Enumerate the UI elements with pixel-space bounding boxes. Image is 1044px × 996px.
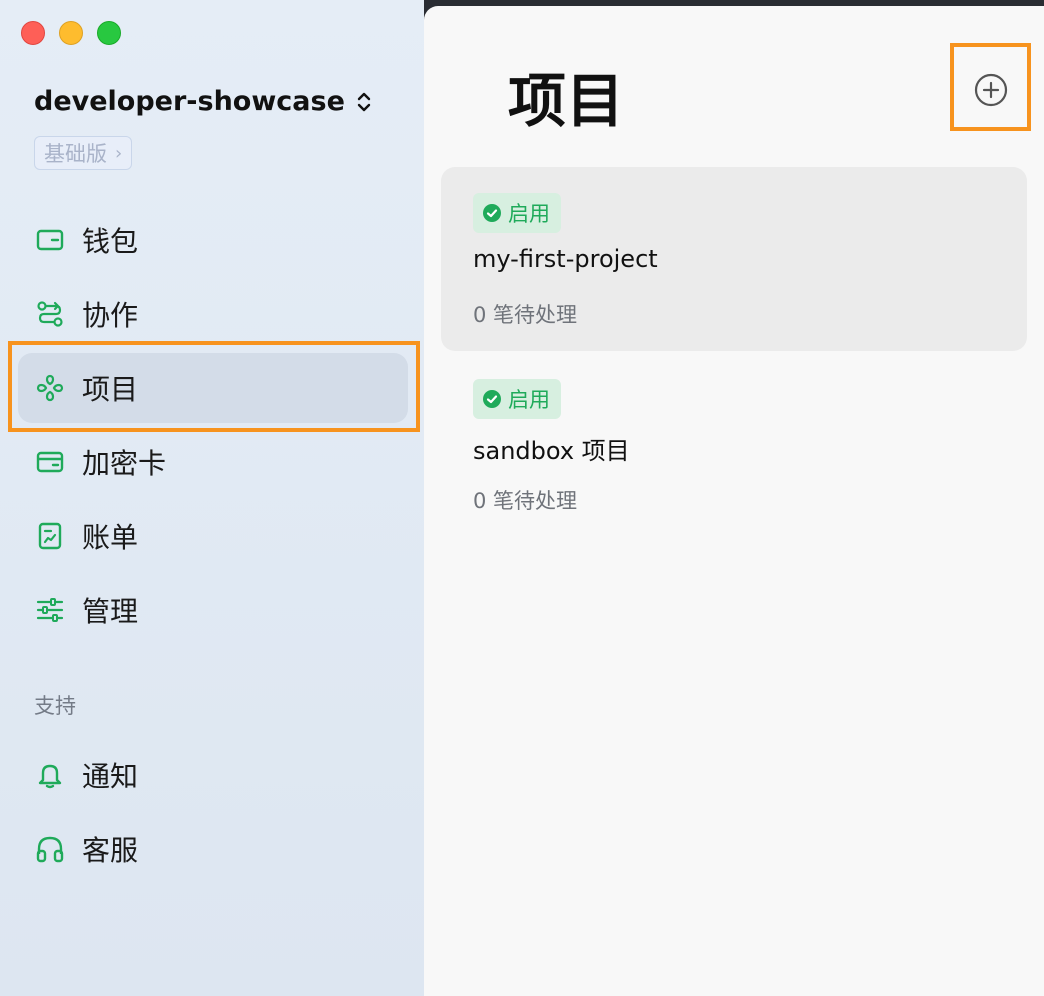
status-badge: 启用 bbox=[473, 193, 561, 233]
project-pending-count: 0 笔待处理 bbox=[473, 489, 578, 513]
sidebar-item-wallet[interactable]: 钱包 bbox=[18, 205, 408, 275]
status-label: 启用 bbox=[508, 388, 550, 412]
plus-circle-icon bbox=[974, 73, 1008, 107]
sidebar-item-crypto-card[interactable]: 加密卡 bbox=[18, 427, 408, 497]
account-name: developer-showcase bbox=[34, 86, 345, 117]
plan-label: 基础版 bbox=[44, 142, 107, 166]
sidebar-item-label: 项目 bbox=[82, 373, 139, 406]
chevron-right-icon: › bbox=[115, 142, 123, 164]
page-title: 项目 bbox=[508, 67, 625, 135]
sidebar-item-label: 协作 bbox=[82, 299, 139, 332]
sidebar-item-customer-service[interactable]: 客服 bbox=[18, 814, 408, 884]
sidebar-item-label: 通知 bbox=[82, 760, 139, 793]
project-name: sandbox 项目 bbox=[473, 437, 630, 465]
sliders-icon bbox=[34, 594, 66, 626]
sidebar-item-bills[interactable]: 账单 bbox=[18, 501, 408, 571]
window-controls bbox=[21, 21, 121, 45]
project-name: my-first-project bbox=[473, 245, 658, 273]
card-icon bbox=[34, 446, 66, 478]
check-circle-icon bbox=[483, 204, 501, 222]
sidebar-item-label: 钱包 bbox=[82, 225, 139, 258]
maximize-window-button[interactable] bbox=[97, 21, 121, 45]
add-project-button[interactable] bbox=[972, 71, 1010, 109]
main-panel: 项目 启用 my-first-project 0 笔待处理 启用 sandbox… bbox=[424, 6, 1044, 996]
sidebar-item-collaboration[interactable]: 协作 bbox=[18, 279, 408, 349]
bill-icon bbox=[34, 520, 66, 552]
sidebar-item-label: 管理 bbox=[82, 595, 139, 628]
minimize-window-button[interactable] bbox=[59, 21, 83, 45]
close-window-button[interactable] bbox=[21, 21, 45, 45]
route-icon bbox=[34, 298, 66, 330]
sidebar: developer-showcase 基础版 › 钱包 协作 项目 加密卡 账单… bbox=[0, 0, 424, 996]
plan-badge[interactable]: 基础版 › bbox=[34, 136, 133, 170]
sidebar-item-projects[interactable]: 项目 bbox=[18, 353, 408, 423]
project-icon bbox=[34, 372, 66, 404]
section-label-support: 支持 bbox=[34, 694, 76, 718]
sidebar-item-label: 客服 bbox=[82, 834, 139, 867]
project-card[interactable]: 启用 sandbox 项目 0 笔待处理 bbox=[441, 353, 1027, 537]
sidebar-item-manage[interactable]: 管理 bbox=[18, 575, 408, 645]
chevron-up-down-icon bbox=[357, 92, 371, 111]
wallet-icon bbox=[34, 224, 66, 256]
project-card[interactable]: 启用 my-first-project 0 笔待处理 bbox=[441, 167, 1027, 351]
sidebar-item-label: 账单 bbox=[82, 521, 139, 554]
headphones-icon bbox=[34, 833, 66, 865]
account-switcher[interactable]: developer-showcase bbox=[34, 86, 373, 117]
sidebar-item-notifications[interactable]: 通知 bbox=[18, 740, 408, 810]
app-window: developer-showcase 基础版 › 钱包 协作 项目 加密卡 账单… bbox=[0, 0, 1044, 996]
status-label: 启用 bbox=[508, 202, 550, 226]
bell-icon bbox=[34, 759, 66, 791]
sidebar-item-label: 加密卡 bbox=[82, 447, 167, 480]
project-pending-count: 0 笔待处理 bbox=[473, 303, 578, 327]
status-badge: 启用 bbox=[473, 379, 561, 419]
check-circle-icon bbox=[483, 390, 501, 408]
